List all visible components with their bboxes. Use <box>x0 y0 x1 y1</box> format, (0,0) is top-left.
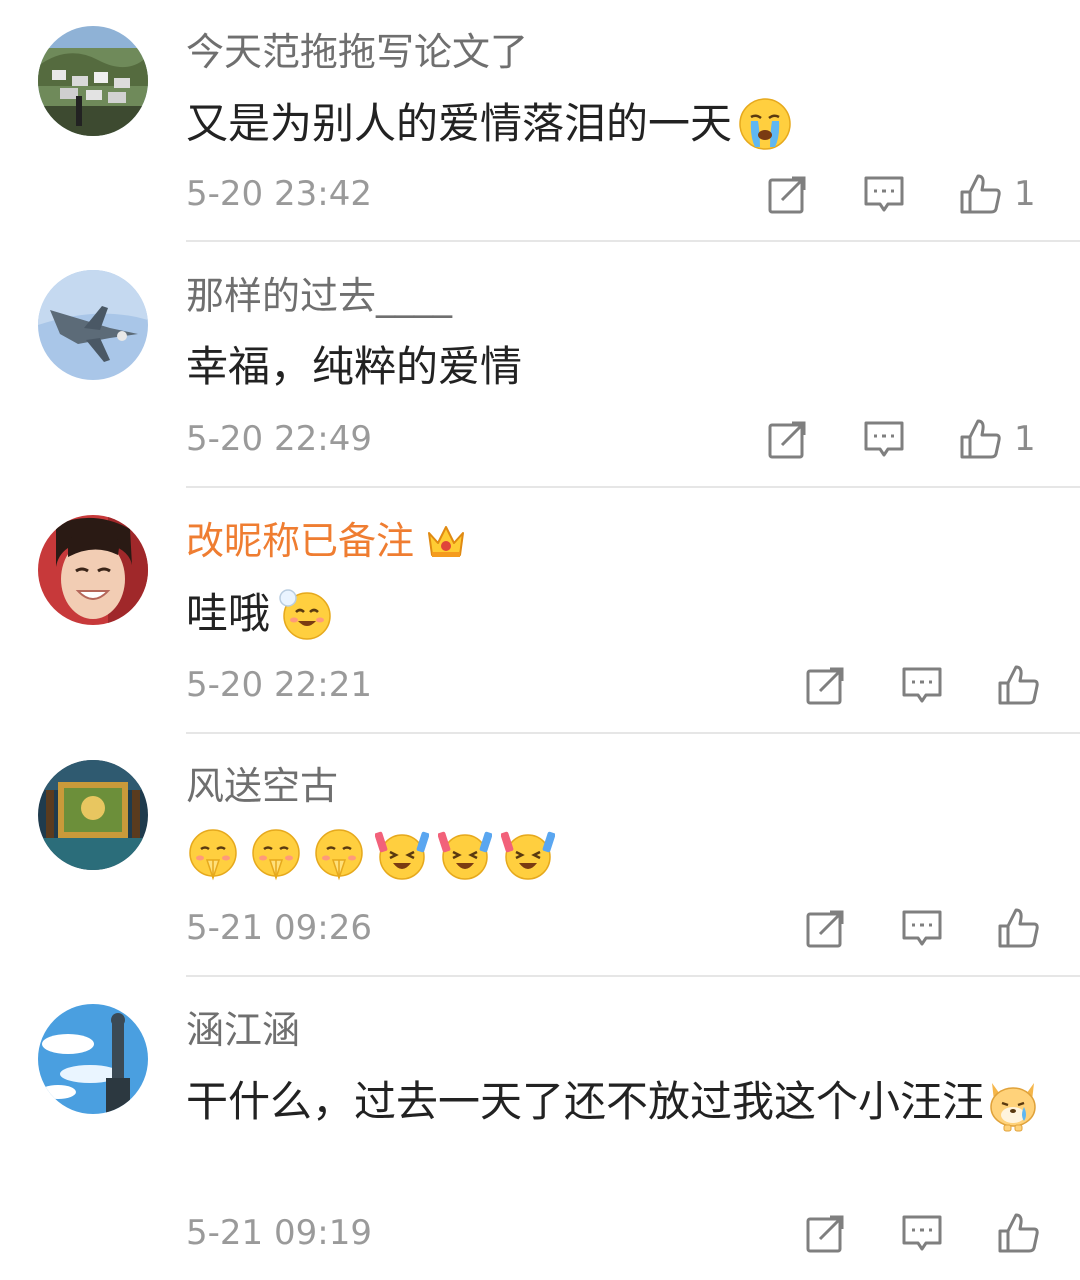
repost-icon <box>804 906 848 950</box>
praying-face-emoji <box>249 828 303 882</box>
comment-icon <box>862 417 906 461</box>
reply-button[interactable] <box>862 417 906 461</box>
like-button[interactable] <box>996 906 1040 950</box>
comment-author[interactable]: 今天范拖拖写论文了 <box>186 28 528 76</box>
repost-icon <box>766 417 810 461</box>
comment-icon <box>900 1211 944 1255</box>
repost-icon <box>804 663 848 707</box>
comment-body: 干什么，过去一天了还不放过我这个小汪汪 <box>186 1071 1056 1133</box>
cheering-face-emoji <box>375 828 429 882</box>
thumbs-up-icon <box>958 417 1002 461</box>
sky-statue-avatar[interactable] <box>38 1004 148 1114</box>
comment-item: 涵江涵 干什么，过去一天了还不放过我这个小汪汪 5-21 09:19 <box>0 1004 1080 1280</box>
reply-button[interactable] <box>862 172 906 216</box>
like-count: 1 <box>1014 419 1036 459</box>
comment-item: 今天范拖拖写论文了 又是为别人的爱情落泪的一天 5-20 23:42 1 <box>0 26 1080 242</box>
comment-timestamp: 5-21 09:19 <box>186 1213 372 1253</box>
comment-timestamp: 5-21 09:26 <box>186 908 372 948</box>
comment-author[interactable]: 改昵称已备注 <box>186 517 468 565</box>
reply-button[interactable] <box>900 906 944 950</box>
divider <box>186 732 1080 734</box>
comment-item: 改昵称已备注 哇哦 5-20 22:21 <box>0 515 1080 734</box>
comment-icon <box>862 172 906 216</box>
reply-button[interactable] <box>900 1211 944 1255</box>
comment-timestamp: 5-20 22:49 <box>186 419 372 459</box>
comment-icon <box>900 663 944 707</box>
comment-author[interactable]: 那样的过去____ <box>186 272 452 320</box>
repost-button[interactable] <box>766 172 810 216</box>
thumbs-up-icon <box>996 1211 1040 1255</box>
comment-icon <box>900 906 944 950</box>
praying-face-emoji <box>312 828 366 882</box>
thumbs-up-icon <box>996 663 1040 707</box>
like-count: 1 <box>1014 174 1036 214</box>
like-button[interactable] <box>996 663 1040 707</box>
fighter-jet-avatar[interactable] <box>38 270 148 380</box>
crying-dog-emoji <box>984 1075 1042 1133</box>
smiling-person-avatar[interactable] <box>38 515 148 625</box>
divider <box>186 975 1080 977</box>
cheering-face-emoji <box>438 828 492 882</box>
like-button[interactable]: 1 <box>958 172 1042 216</box>
comment-body <box>186 828 1056 882</box>
crying-face-emoji <box>738 97 792 151</box>
repost-button[interactable] <box>766 417 810 461</box>
comment-body: 幸福，纯粹的爱情 <box>186 342 523 391</box>
comment-timestamp: 5-20 22:21 <box>186 665 372 705</box>
repost-icon <box>766 172 810 216</box>
praying-face-emoji <box>186 828 240 882</box>
divider <box>186 240 1080 242</box>
comment-body: 又是为别人的爱情落泪的一天 <box>186 94 1056 154</box>
cheering-face-emoji <box>501 828 555 882</box>
comment-actions <box>804 903 1080 953</box>
comment-item: 那样的过去____ 幸福，纯粹的爱情 5-20 22:49 1 <box>0 270 1080 488</box>
comment-body: 哇哦 <box>186 584 1056 644</box>
comment-actions <box>804 660 1080 710</box>
comment-actions: 1 <box>766 169 1080 219</box>
repost-button[interactable] <box>804 663 848 707</box>
painted-room-avatar[interactable] <box>38 760 148 870</box>
comment-list: 今天范拖拖写论文了 又是为别人的爱情落泪的一天 5-20 23:42 1 那样的… <box>0 0 1080 1280</box>
village-landscape-avatar[interactable] <box>38 26 148 136</box>
comment-actions: 1 <box>766 414 1080 464</box>
reply-button[interactable] <box>900 663 944 707</box>
repost-icon <box>804 1211 848 1255</box>
thumbs-up-icon <box>996 906 1040 950</box>
comment-item: 风送空古 5-21 09:26 <box>0 760 1080 978</box>
repost-button[interactable] <box>804 906 848 950</box>
comment-timestamp: 5-20 23:42 <box>186 174 372 214</box>
divider <box>186 486 1080 488</box>
crown-icon <box>424 519 468 563</box>
blowing-bubble-emoji <box>278 587 332 641</box>
comment-author[interactable]: 涵江涵 <box>186 1006 300 1054</box>
like-button[interactable] <box>996 1211 1040 1255</box>
thumbs-up-icon <box>958 172 1002 216</box>
repost-button[interactable] <box>804 1211 848 1255</box>
comment-author[interactable]: 风送空古 <box>186 762 338 810</box>
comment-actions <box>804 1208 1080 1258</box>
like-button[interactable]: 1 <box>958 417 1042 461</box>
